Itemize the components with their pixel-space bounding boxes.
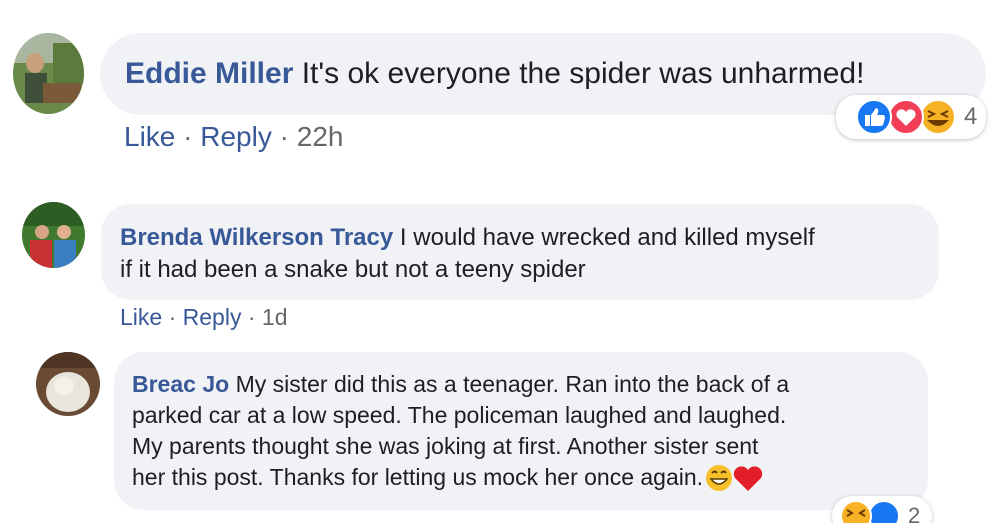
separator: ·: [168, 304, 177, 330]
red-heart-emoji-icon: [733, 465, 763, 491]
comment-timestamp[interactable]: 22h: [297, 121, 344, 152]
comment-bubble: Brenda Wilkerson Tracy I would have wrec…: [101, 204, 939, 300]
comment-author-name[interactable]: Brenda Wilkerson Tracy: [120, 224, 393, 251]
comment-text: It's ok everyone the spider was unharmed…: [301, 57, 865, 90]
separator: ·: [183, 121, 193, 152]
reaction-count: 4: [964, 103, 978, 130]
comment-author-name[interactable]: Breac Jo: [132, 371, 229, 397]
reaction-summary[interactable]: 4: [836, 95, 986, 139]
like-reaction-icon: [856, 99, 892, 135]
comment-actions: Like · Reply · 22h: [124, 120, 343, 154]
comment-actions: Like · Reply · 1d: [120, 303, 288, 331]
reply-link[interactable]: Reply: [200, 121, 272, 152]
separator: ·: [247, 304, 256, 330]
haha-reaction-icon: [920, 99, 956, 135]
comment-text: her this post. Thanks for letting us moc…: [132, 464, 704, 490]
comment-text: I would have wrecked and killed myself: [399, 224, 815, 251]
comment-text: My parents thought she was joking at fir…: [132, 433, 759, 459]
comment-bubble: Breac Jo My sister did this as a teenage…: [114, 352, 928, 510]
comment-text: if it had been a snake but not a teeny s…: [120, 256, 586, 283]
reaction-count: 2: [908, 503, 921, 523]
comment-author-name[interactable]: Eddie Miller: [125, 57, 293, 90]
like-link[interactable]: Like: [120, 304, 162, 330]
love-reaction-icon: [888, 99, 924, 135]
comment-text: My sister did this as a teenager. Ran in…: [235, 371, 790, 397]
comment-timestamp[interactable]: 1d: [262, 304, 288, 330]
like-link[interactable]: Like: [124, 121, 175, 152]
comment-text: parked car at a low speed. The policeman…: [132, 402, 787, 428]
grinning-face-emoji-icon: [706, 464, 733, 491]
reply-link[interactable]: Reply: [183, 304, 242, 330]
avatar[interactable]: [22, 202, 85, 268]
haha-reaction-icon: [840, 500, 872, 523]
avatar[interactable]: [13, 33, 84, 114]
comment-thread: Eddie Miller It's ok everyone the spider…: [0, 0, 1000, 523]
avatar[interactable]: [36, 352, 100, 416]
separator: ·: [279, 121, 289, 152]
like-reaction-icon: [868, 500, 900, 523]
reaction-summary[interactable]: 2: [832, 496, 932, 523]
